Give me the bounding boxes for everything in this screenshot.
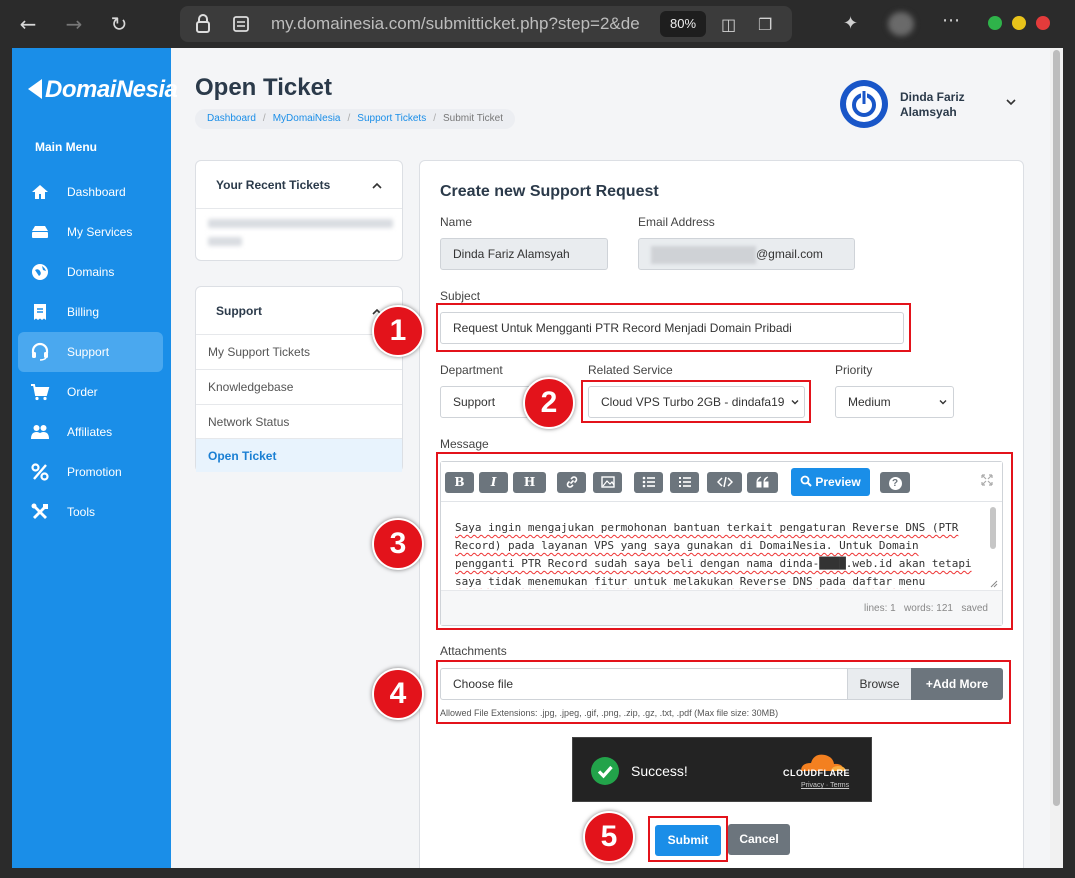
breadcrumb: Dashboard / MyDomaiNesia / Support Tickets / S… xyxy=(195,109,516,129)
breadcrumb-dashboard[interactable]: Dashboard xyxy=(207,113,256,124)
annotation-badge-2: 2 xyxy=(523,377,575,429)
annotation-badge-1: 1 xyxy=(372,305,424,357)
cloudflare-brand: CLOUDFLARE xyxy=(783,768,850,778)
power-icon xyxy=(846,86,882,122)
email-redacted xyxy=(651,245,756,264)
page-viewport: DomaiNesia Main Menu Dashboard My Servic… xyxy=(12,48,1062,868)
sidebar-item-order[interactable]: Order xyxy=(18,372,163,412)
attachments-label: Attachments xyxy=(440,644,507,658)
sidebar: DomaiNesia Main Menu Dashboard My Servic… xyxy=(12,48,178,868)
department-label: Department xyxy=(440,363,503,377)
url-text[interactable]: my.domainesia.com/submitticket.php?step=… xyxy=(271,14,661,34)
percent-icon xyxy=(31,463,49,481)
check-icon xyxy=(591,757,619,785)
cart-icon xyxy=(31,384,50,401)
chevron-down-icon xyxy=(939,400,947,405)
recent-tickets-card: Your Recent Tickets xyxy=(195,160,403,261)
email-field[interactable]: @gmail.com xyxy=(638,238,855,270)
priority-label: Priority xyxy=(835,363,873,377)
name-label: Name xyxy=(440,215,473,229)
annotation-badge-5: 5 xyxy=(583,811,635,863)
lock-icon xyxy=(196,14,210,33)
chevron-down-icon[interactable] xyxy=(1005,96,1017,108)
annotation-box-subject xyxy=(436,303,911,352)
server-icon xyxy=(32,226,48,238)
maximize-icon[interactable] xyxy=(1012,16,1026,30)
address-bar[interactable]: my.domainesia.com/submitticket.php?step=… xyxy=(180,6,792,42)
subject-label: Subject xyxy=(440,289,481,303)
minimize-icon[interactable] xyxy=(988,16,1002,30)
forward-icon[interactable]: → xyxy=(60,10,88,38)
annotation-box-attachments xyxy=(436,660,1011,724)
support-link-my-tickets[interactable]: My Support Tickets xyxy=(196,334,402,368)
support-card-title: Support xyxy=(216,304,262,318)
profile-icon[interactable] xyxy=(888,12,914,36)
email-label: Email Address xyxy=(638,215,715,229)
sidebar-item-billing[interactable]: Billing xyxy=(18,292,163,332)
breadcrumb-submit-ticket: Submit Ticket xyxy=(442,113,504,124)
extensions-icon[interactable]: ✦ xyxy=(843,13,858,34)
sidebar-item-support[interactable]: Support xyxy=(18,332,163,372)
recent-ticket-item[interactable] xyxy=(208,219,393,228)
terms-link[interactable]: Terms xyxy=(830,782,849,789)
reload-icon[interactable]: ↻ xyxy=(105,10,133,38)
tools-icon xyxy=(31,503,48,519)
support-request-form: Create new Support Request Name Dinda Fa… xyxy=(419,160,1024,868)
support-card: Support My Support Tickets Knowledgebase… xyxy=(195,286,403,472)
chevron-up-icon[interactable] xyxy=(371,180,383,192)
page-scrollbar[interactable] xyxy=(1050,48,1063,868)
recent-tickets-title: Your Recent Tickets xyxy=(216,178,331,192)
annotation-badge-4: 4 xyxy=(372,668,424,720)
site-info-icon[interactable] xyxy=(232,14,250,34)
support-link-open-ticket[interactable]: Open Ticket xyxy=(196,438,402,472)
priority-select[interactable]: Medium xyxy=(835,386,954,418)
form-title: Create new Support Request xyxy=(440,183,659,200)
annotation-box-message xyxy=(436,452,1013,630)
people-icon xyxy=(31,425,49,439)
sidebar-item-domains[interactable]: Domains xyxy=(18,252,163,292)
annotation-box-submit xyxy=(648,816,728,862)
support-link-knowledgebase[interactable]: Knowledgebase xyxy=(196,369,402,403)
sidebar-item-tools[interactable]: Tools xyxy=(18,492,163,532)
related-service-label: Related Service xyxy=(588,363,673,377)
annotation-badge-3: 3 xyxy=(372,518,424,570)
bookmark-icon[interactable]: ❐ xyxy=(758,15,772,34)
main-menu-title: Main Menu xyxy=(35,140,97,154)
message-label: Message xyxy=(440,437,489,451)
breadcrumb-support-tickets[interactable]: Support Tickets xyxy=(357,113,426,124)
headset-icon xyxy=(31,342,49,361)
home-icon xyxy=(32,185,48,199)
sidebar-item-promotion[interactable]: Promotion xyxy=(18,452,163,492)
user-name[interactable]: Dinda Fariz Alamsyah xyxy=(900,90,990,120)
back-icon[interactable]: ← xyxy=(14,10,42,38)
privacy-link[interactable]: Privacy xyxy=(801,782,824,789)
translate-icon[interactable]: ◫ xyxy=(721,15,736,34)
more-icon[interactable]: ⋯ xyxy=(942,10,960,31)
cloudflare-captcha[interactable]: Success! CLOUDFLARE Privacy · Terms xyxy=(572,737,872,802)
support-link-network-status[interactable]: Network Status xyxy=(196,404,402,438)
zoom-badge[interactable]: 80% xyxy=(660,11,706,37)
breadcrumb-mydomainesia[interactable]: MyDomaiNesia xyxy=(273,113,341,124)
scrollbar-thumb[interactable] xyxy=(1053,50,1060,806)
annotation-box-service xyxy=(581,380,811,423)
avatar[interactable] xyxy=(840,80,888,128)
page-title: Open Ticket xyxy=(195,74,332,101)
browser-toolbar: ← → ↻ my.domainesia.com/submitticket.php… xyxy=(0,0,1075,48)
cancel-button[interactable]: Cancel xyxy=(728,824,790,855)
sidebar-item-affiliates[interactable]: Affiliates xyxy=(18,412,163,452)
close-icon[interactable] xyxy=(1036,16,1050,30)
sidebar-item-my-services[interactable]: My Services xyxy=(18,212,163,252)
receipt-icon xyxy=(34,304,46,320)
logo[interactable]: DomaiNesia xyxy=(28,76,178,104)
captcha-status: Success! xyxy=(631,763,688,779)
sidebar-item-dashboard[interactable]: Dashboard xyxy=(18,172,163,212)
globe-icon xyxy=(32,264,48,280)
name-field[interactable]: Dinda Fariz Alamsyah xyxy=(440,238,608,270)
